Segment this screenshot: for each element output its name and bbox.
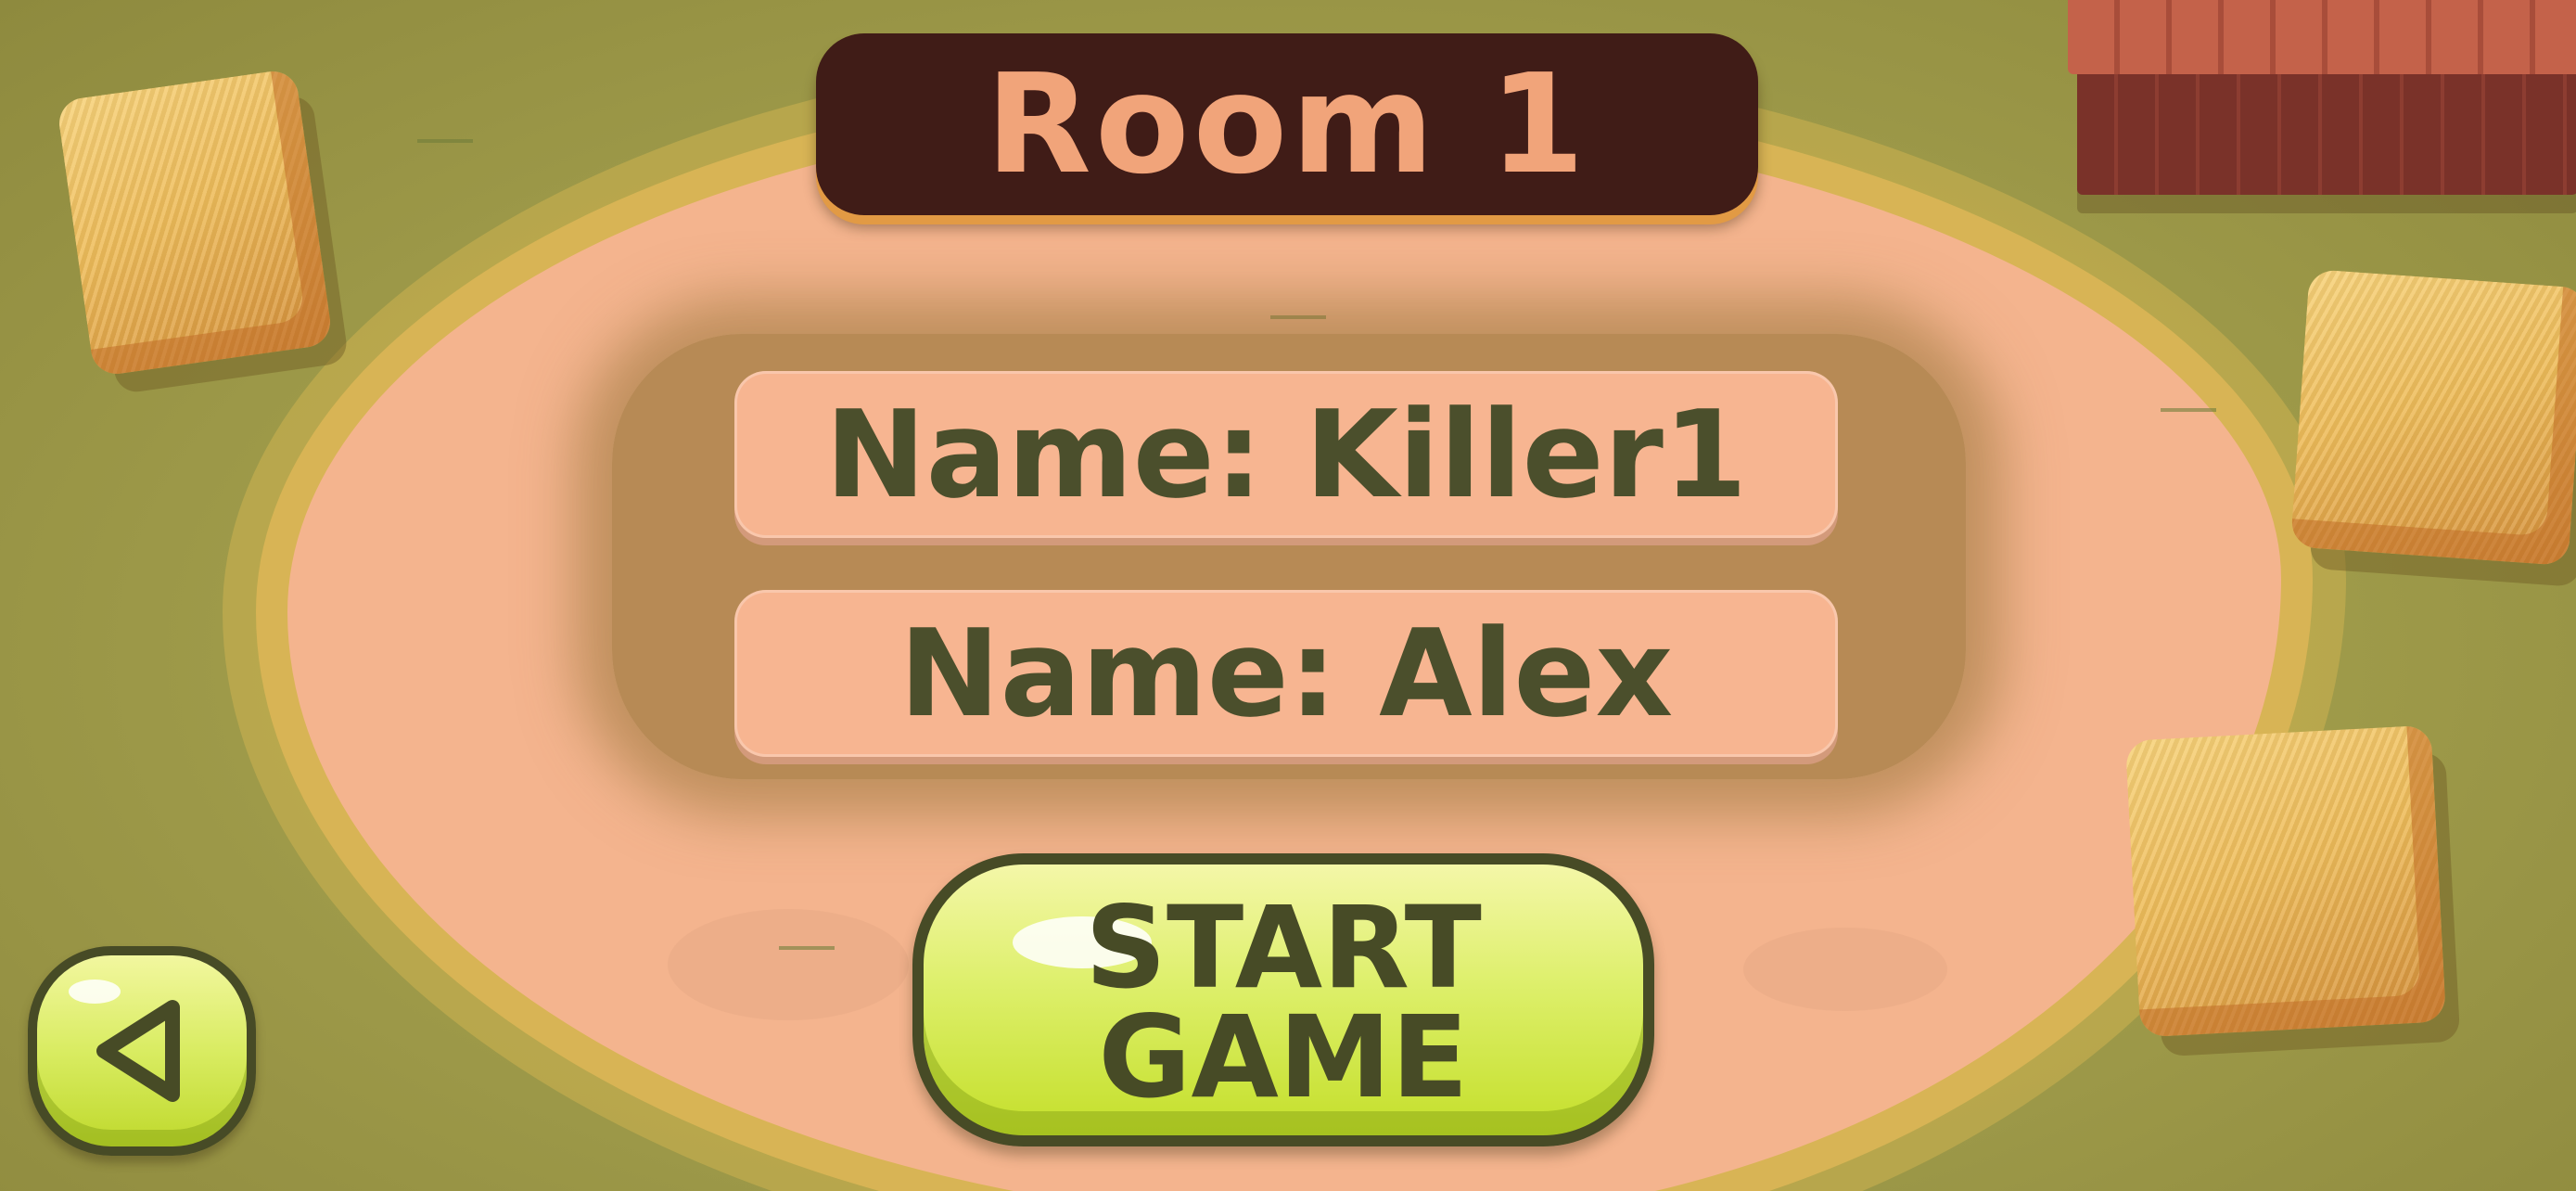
grass-tuft <box>779 909 835 950</box>
grass-tuft <box>2161 371 2216 412</box>
back-button[interactable] <box>28 946 256 1156</box>
player-card-1: Name: Killer1 <box>734 371 1838 538</box>
button-shine <box>69 980 121 1004</box>
hay-bale <box>2289 268 2576 567</box>
player-name-label: Name: Alex <box>899 603 1674 744</box>
start-game-button[interactable]: START GAME <box>912 853 1654 1146</box>
grass-tuft <box>1270 278 1326 319</box>
room-title-plate: Room 1 <box>816 33 1758 215</box>
back-arrow-icon <box>96 1000 180 1102</box>
dirt-patch <box>1743 928 1947 1011</box>
room-title: Room 1 <box>985 45 1589 204</box>
start-game-label: START GAME <box>1085 882 1482 1123</box>
hay-bale <box>56 68 334 378</box>
player-name-label: Name: Killer1 <box>824 384 1748 525</box>
barn-roof <box>2068 0 2576 74</box>
grass-tuft <box>417 102 473 143</box>
hay-bale <box>2124 724 2447 1038</box>
player-card-2: Name: Alex <box>734 590 1838 757</box>
